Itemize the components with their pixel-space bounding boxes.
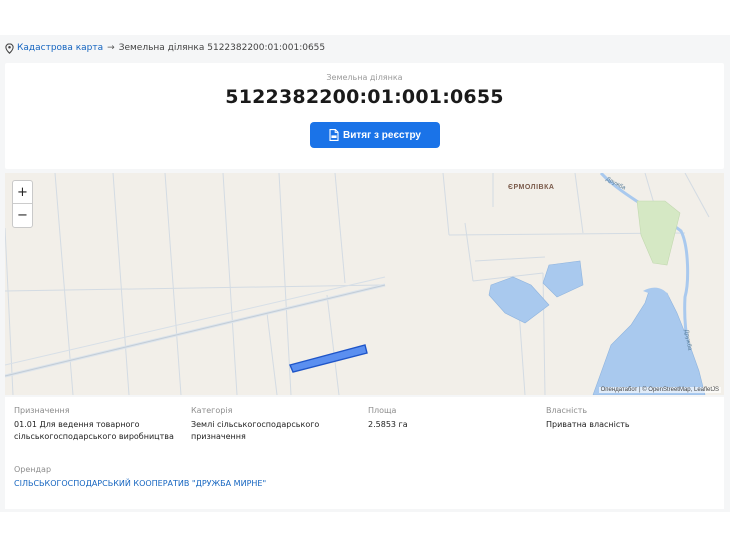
map-attribution: Опендатабот | © OpenStreetMap, LeafletJS: [598, 387, 721, 393]
extract-button-label: Витяг з реєстру: [343, 129, 421, 141]
cadastral-number: 5122382200:01:001:0655: [225, 86, 504, 108]
parcel-subtitle: Земельна ділянка: [326, 73, 403, 82]
parcel-polygon: [289, 344, 368, 373]
document-pdf-icon: [329, 129, 339, 141]
parcel-header-card: Земельна ділянка 5122382200:01:001:0655 …: [5, 63, 724, 169]
purpose-block: Призначення 01.01 Для ведення товарного …: [14, 406, 189, 443]
extract-button[interactable]: Витяг з реєстру: [310, 122, 440, 148]
area-label: Площа: [368, 406, 397, 415]
category-value-line1: Землі сільськогосподарського: [191, 420, 320, 429]
ownership-block: Власність Приватна власність: [546, 406, 716, 431]
zoom-out-button[interactable]: −: [13, 204, 32, 227]
breadcrumb-separator: →: [107, 43, 115, 53]
map-pin-icon: [5, 42, 14, 54]
zoom-in-button[interactable]: +: [13, 181, 32, 204]
category-label: Категорія: [191, 406, 233, 415]
breadcrumb: Кадастрова карта → Земельна ділянка 5122…: [5, 41, 325, 55]
parcel-info-panel: Призначення 01.01 Для ведення товарного …: [5, 397, 724, 509]
purpose-value-line1: 01.01 Для ведення товарного: [14, 420, 140, 429]
tenant-link[interactable]: СІЛЬСЬКОГОСПОДАРСЬКИЙ КООПЕРАТИВ "ДРУЖБА…: [14, 478, 414, 490]
purpose-label: Призначення: [14, 406, 70, 415]
ownership-value: Приватна власність: [546, 420, 630, 429]
category-value-line2: призначення: [191, 432, 246, 441]
top-bar: [0, 0, 730, 35]
purpose-value-line2: сільськогосподарського виробництва: [14, 432, 174, 441]
area-block: Площа 2.5853 га: [368, 406, 518, 431]
tenant-label: Орендар: [14, 465, 52, 474]
breadcrumb-current: Земельна ділянка 5122382200:01:001:0655: [118, 43, 326, 53]
tenant-block: Орендар СІЛЬСЬКОГОСПОДАРСЬКИЙ КООПЕРАТИВ…: [14, 465, 414, 490]
town-label: ЄРМОЛІВКА: [508, 184, 555, 191]
zoom-control: + −: [12, 180, 33, 228]
category-block: Категорія Землі сільськогосподарського п…: [191, 406, 361, 443]
ownership-label: Власність: [546, 406, 588, 415]
map-tiles: [5, 173, 710, 395]
cadastral-map[interactable]: + − ЄРМОЛІВКА Дружба Дружба Опендатабот …: [5, 173, 724, 395]
breadcrumb-root-link[interactable]: Кадастрова карта: [17, 43, 103, 53]
area-value: 2.5853 га: [368, 420, 408, 429]
